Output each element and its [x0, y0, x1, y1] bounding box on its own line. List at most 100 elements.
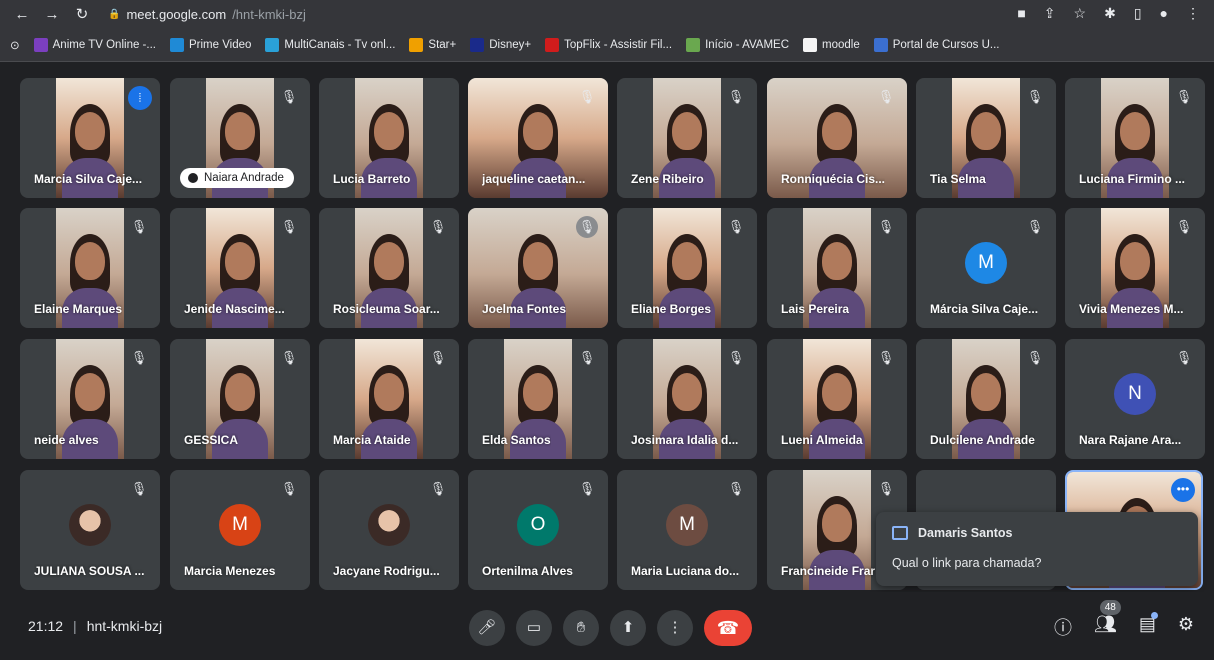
participant-tile[interactable]: 🎙︎ JULIANA SOUSA ... [20, 470, 160, 590]
mic-off-icon: 🎙︎ [576, 216, 598, 238]
participant-tile[interactable]: M 🎙︎ Maria Luciana do... [617, 470, 757, 590]
participant-name: Lais Pereira [781, 302, 850, 316]
mic-off-icon: 🎙︎ [429, 219, 447, 234]
participant-tile[interactable]: 🎙︎ Elda Santos [468, 339, 608, 459]
participant-avatar [368, 504, 410, 546]
participant-tile[interactable]: 🎙︎ Marcia Ataide [319, 339, 459, 459]
mic-off-icon: 🎙︎ [727, 219, 745, 234]
share-icon[interactable]: ⇪ [1044, 5, 1056, 22]
participant-tile[interactable]: 🎙︎ Elaine Marques [20, 208, 160, 328]
video-face [374, 112, 404, 150]
bookmark-item[interactable]: MultiCanais - Tv onl... [265, 37, 395, 52]
participant-name: Marcia Ataide [333, 433, 411, 447]
participant-tile[interactable]: 🎙︎ jaqueline caetan... [468, 78, 608, 198]
video-face [523, 242, 553, 280]
participant-tile[interactable]: 🎙︎ Jenide Nascime... [170, 208, 310, 328]
participant-tile[interactable]: 🎙︎ Dulcilene Andrade [916, 339, 1056, 459]
more-options-button[interactable]: ⋮ [657, 610, 693, 646]
sidepanel-icon[interactable]: ▯ [1134, 5, 1142, 22]
camera-button[interactable]: ▭ [516, 610, 552, 646]
camera-icon[interactable]: ■ [1017, 5, 1025, 22]
present-screen-button[interactable]: ⬆ [610, 610, 646, 646]
extensions-icon[interactable]: ✱ [1104, 5, 1116, 22]
participant-tile[interactable]: 🎙︎ Josimara Idalia d... [617, 339, 757, 459]
participant-tile[interactable]: 🎙︎ Rosicleuma Soar... [319, 208, 459, 328]
microphone-button[interactable]: 🎤︎ [469, 610, 505, 646]
video-face [374, 242, 404, 280]
google-account-icon[interactable]: ⊙ [10, 38, 20, 52]
browser-url-bar: ← → ↻ 🔒 meet.google.com/hnt-kmki-bzj ■ ⇪… [0, 0, 1214, 28]
menu-icon[interactable]: ⋮ [1186, 5, 1200, 22]
participant-tile[interactable]: 🎙︎ Jacyane Rodrigu... [319, 470, 459, 590]
participant-tile[interactable]: O 🎙︎ Ortenilma Alves [468, 470, 608, 590]
call-controls: 🎤︎ ▭ ✋︎ ⬆ ⋮ ☎︎ [469, 610, 752, 646]
participant-name: Marcia Menezes [184, 564, 276, 578]
profile-icon[interactable]: ● [1160, 5, 1168, 22]
participant-name: Marcia Silva Caje... [34, 172, 143, 186]
reload-icon[interactable]: ↻ [74, 5, 90, 23]
meeting-controls-bar: 21:12 | hnt-kmki-bzj 🎤︎ ▭ ✋︎ ⬆ ⋮ ☎︎ ⓘ 👥︎… [0, 592, 1214, 660]
participant-name: Zene Ribeiro [631, 172, 704, 186]
mic-off-icon: 🎙︎ [877, 481, 895, 496]
participant-tile[interactable]: 🎙︎ Vivia Menezes M... [1065, 208, 1205, 328]
participant-tile[interactable]: M 🎙︎ Marcia Menezes [170, 470, 310, 590]
participant-tile[interactable]: N 🎙︎ Nara Rajane Ara... [1065, 339, 1205, 459]
participant-name: Francineide Frar [781, 564, 876, 578]
participant-tile[interactable]: 🎙︎ Zene Ribeiro [617, 78, 757, 198]
video-face [822, 112, 852, 150]
video-face [75, 112, 105, 150]
participant-name: Rosicleuma Soar... [333, 302, 440, 316]
bookmark-item[interactable]: moodle [803, 37, 860, 52]
participant-tile[interactable]: M 🎙︎ Márcia Silva Caje... [916, 208, 1056, 328]
bookmark-item[interactable]: Disney+ [470, 37, 531, 52]
participant-tile[interactable]: 🎙︎ Luciana Firmino ... [1065, 78, 1205, 198]
bookmark-item[interactable]: Anime TV Online -... [33, 37, 156, 52]
info-icon[interactable]: ⓘ [1054, 614, 1072, 640]
url-path: /hnt-kmki-bzj [232, 6, 306, 22]
pin-icon [188, 173, 198, 183]
side-controls: ⓘ 👥︎ 48 ▤ ⚙ [1054, 600, 1194, 640]
participant-tile[interactable]: 🎙︎ Lueni Almeida [767, 339, 907, 459]
forward-icon[interactable]: → [44, 6, 60, 23]
bookmark-label: moodle [822, 38, 860, 51]
back-icon[interactable]: ← [14, 6, 30, 23]
participant-avatar: N [1114, 373, 1156, 415]
leave-call-button[interactable]: ☎︎ [704, 610, 752, 646]
separator: | [73, 618, 77, 634]
participant-tile[interactable]: 🎙︎ Naiara Andrade [170, 78, 310, 198]
participant-tile[interactable]: ⦙ Marcia Silva Caje... [20, 78, 160, 198]
participant-tile[interactable]: 🎙︎ neide alves [20, 339, 160, 459]
tile-options-icon[interactable]: ••• [1171, 478, 1195, 502]
participant-tile[interactable]: 🎙︎ Joelma Fontes [468, 208, 608, 328]
video-face [75, 242, 105, 280]
participant-avatar: O [517, 504, 559, 546]
video-face [1120, 112, 1150, 150]
video-camera-icon: ▭ [526, 619, 542, 636]
participant-avatar: M [219, 504, 261, 546]
hand-icon: ✋︎ [576, 619, 586, 636]
participant-tile[interactable]: 🎙︎ Lais Pereira [767, 208, 907, 328]
chat-button[interactable]: ▤ [1139, 612, 1158, 640]
chat-notification[interactable]: Damaris Santos Qual o link para chamada? [876, 512, 1198, 586]
activities-icon[interactable]: ⚙ [1178, 614, 1194, 640]
bookmark-item[interactable]: TopFlix - Assistir Fil... [545, 37, 672, 52]
participant-tile[interactable]: Lucia Barreto [319, 78, 459, 198]
star-icon[interactable]: ☆ [1074, 5, 1087, 22]
participant-tile[interactable]: 🎙︎ Eliane Borges [617, 208, 757, 328]
participant-tile[interactable]: 🎙︎ GESSICA [170, 339, 310, 459]
participant-tile[interactable]: 🎙︎ Tia Selma [916, 78, 1056, 198]
mic-off-icon: 🎙︎ [130, 481, 148, 496]
bookmark-item[interactable]: Início - AVAMEC [686, 37, 789, 52]
bookmark-item[interactable]: Star+ [409, 37, 456, 52]
people-button[interactable]: 👥︎ 48 [1094, 600, 1121, 640]
mic-off-icon: 🎙︎ [727, 89, 745, 104]
bookmark-item[interactable]: Prime Video [169, 37, 251, 52]
raise-hand-button[interactable]: ✋︎ [563, 610, 599, 646]
bookmark-item[interactable]: Portal de Cursos U... [873, 37, 999, 52]
participant-tile[interactable]: 🎙︎ Ronniquécia Cis... [767, 78, 907, 198]
address-field[interactable]: 🔒 meet.google.com/hnt-kmki-bzj [108, 7, 306, 22]
bookmark-favicon-icon [409, 37, 424, 52]
participant-name: Ronniquécia Cis... [781, 172, 886, 186]
participant-name-pill[interactable]: Naiara Andrade [180, 168, 294, 188]
mic-off-icon: 🎙︎ [130, 350, 148, 365]
